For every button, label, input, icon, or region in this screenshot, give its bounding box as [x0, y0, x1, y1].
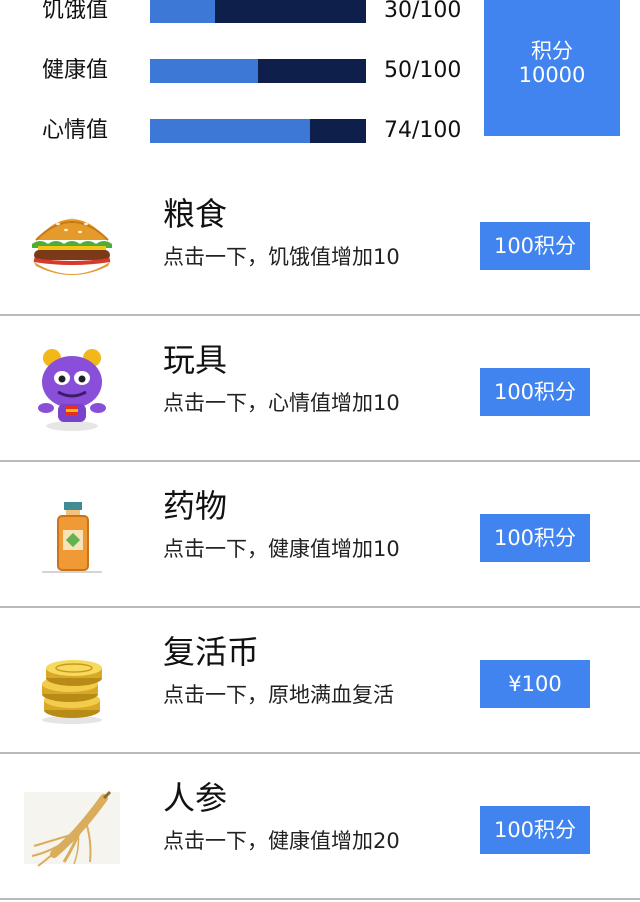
ginseng-root-icon	[24, 786, 120, 870]
points-balance: 积分 10000	[484, 0, 620, 136]
health-value: 50/100	[384, 58, 462, 83]
buy-medicine-button[interactable]: 100积分	[480, 514, 590, 562]
medicine-bottle-icon	[24, 494, 120, 578]
list-item: 人参 点击一下，健康值增加20 100积分	[0, 754, 640, 900]
mood-label: 心情值	[42, 118, 109, 143]
health-label: 健康值	[42, 58, 109, 83]
hamburger-icon	[24, 202, 120, 286]
item-description: 点击一下，健康值增加10	[163, 537, 400, 561]
points-label: 积分	[531, 39, 573, 63]
list-item: 玩具 点击一下，心情值增加10 100积分	[0, 316, 640, 462]
health-bar	[150, 59, 366, 83]
health-bar-fill	[150, 59, 258, 83]
purple-monster-toy-icon	[24, 348, 120, 432]
buy-ginseng-button[interactable]: 100积分	[480, 806, 590, 854]
mood-bar-fill	[150, 119, 310, 143]
item-title: 复活币	[163, 633, 260, 671]
hunger-bar-fill	[150, 0, 215, 23]
item-title: 人参	[163, 779, 228, 817]
item-description: 点击一下，原地满血复活	[163, 683, 394, 707]
list-item: 粮食 点击一下，饥饿值增加10 100积分	[0, 170, 640, 316]
item-title: 药物	[163, 487, 228, 525]
item-title: 粮食	[163, 195, 228, 233]
item-description: 点击一下，健康值增加20	[163, 829, 400, 853]
mood-value: 74/100	[384, 118, 462, 143]
shop-item-list: 粮食 点击一下，饥饿值增加10 100积分 玩具 点击一下，心情值增加10 10…	[0, 170, 640, 900]
hunger-value: 30/100	[384, 0, 462, 23]
buy-revive-coin-button[interactable]: ¥100	[480, 660, 590, 708]
item-description: 点击一下，饥饿值增加10	[163, 245, 400, 269]
mood-bar	[150, 119, 366, 143]
list-item: 药物 点击一下，健康值增加10 100积分	[0, 462, 640, 608]
gold-coins-icon	[24, 640, 120, 724]
mood-stat-row: 心情值 74/100	[0, 116, 470, 146]
hunger-label: 饥饿值	[42, 0, 109, 23]
list-item: 复活币 点击一下，原地满血复活 ¥100	[0, 608, 640, 754]
hunger-stat-row: 饥饿值 30/100	[0, 0, 470, 26]
points-value: 10000	[518, 63, 586, 87]
hunger-bar	[150, 0, 366, 23]
health-stat-row: 健康值 50/100	[0, 56, 470, 86]
item-title: 玩具	[163, 341, 228, 379]
pet-stats-panel: 饥饿值 30/100 健康值 50/100 心情值 74/100 积分 1000…	[0, 0, 640, 170]
buy-toy-button[interactable]: 100积分	[480, 368, 590, 416]
item-description: 点击一下，心情值增加10	[163, 391, 400, 415]
buy-food-button[interactable]: 100积分	[480, 222, 590, 270]
